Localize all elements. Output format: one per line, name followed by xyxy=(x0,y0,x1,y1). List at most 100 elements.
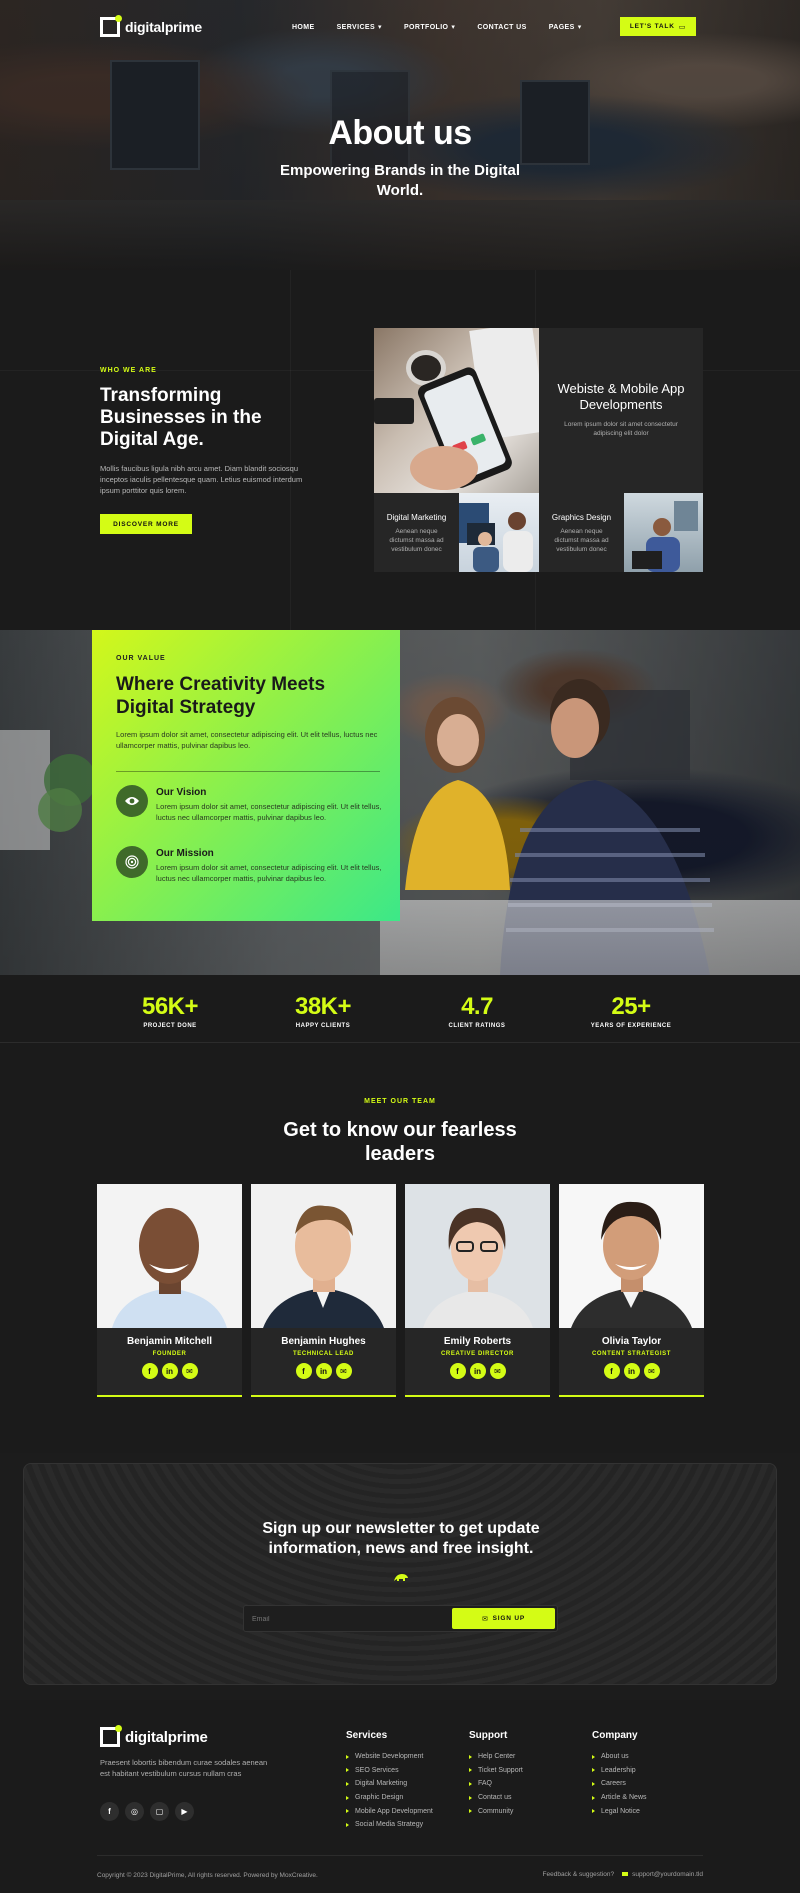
footer-link[interactable]: Legal Notice xyxy=(592,1804,647,1818)
stat-item: 4.7 CLIENT RATINGS xyxy=(417,993,537,1029)
footer-support-column: Support Help Center Ticket Support FAQ C… xyxy=(469,1730,523,1818)
footer-link[interactable]: Careers xyxy=(592,1777,647,1791)
service-card-text: Aenean neque dictumst massa ad vestibulu… xyxy=(389,528,444,553)
stat-label: HAPPY CLIENTS xyxy=(295,1023,351,1029)
main-menu: HOME SERVICES ▾ PORTFOLIO ▾ CONTACT US PAG… xyxy=(292,23,582,32)
team-card: Olivia Taylor CONTENT STRATEGIST f in ✉ xyxy=(559,1184,704,1397)
sign-up-label: SIGN UP xyxy=(492,1615,525,1622)
footer-link[interactable]: About us xyxy=(592,1750,647,1764)
chevron-down-icon: ▾ xyxy=(577,24,582,31)
office-plant-illustration xyxy=(0,730,92,850)
linkedin-icon[interactable]: in xyxy=(161,1363,178,1379)
stat-label: PROJECT DONE xyxy=(143,1023,197,1029)
member-socials: f in ✉ xyxy=(97,1363,242,1379)
support-email-link[interactable]: support@yourdomain.tld xyxy=(622,1871,703,1878)
service-card-graphics-design[interactable]: Graphics Design Aenean neque dictumst ma… xyxy=(539,493,624,572)
who-we-are-section: WHO WE ARE Transforming Businesses in th… xyxy=(0,270,800,630)
service-card-digital-marketing[interactable]: Digital Marketing Aenean neque dictumst … xyxy=(374,493,459,572)
stat-item: 38K+ HAPPY CLIENTS xyxy=(263,993,383,1029)
top-nav: digitalprime HOME SERVICES ▾ PORTFOLIO ▾ C… xyxy=(100,15,696,38)
discover-more-button[interactable]: DISCOVER MORE xyxy=(100,514,192,534)
footer-link[interactable]: Article & News xyxy=(592,1791,647,1805)
footer-link[interactable]: Graphic Design xyxy=(346,1791,433,1805)
stat-value: 56K+ xyxy=(141,993,199,1020)
page-title: About us xyxy=(328,114,472,152)
facebook-icon[interactable]: f xyxy=(100,1802,119,1821)
section-title: Where Creativity Meets Digital Strategy xyxy=(116,674,326,718)
linkedin-icon[interactable]: in xyxy=(623,1363,640,1379)
instagram-icon[interactable]: ▢ xyxy=(150,1802,169,1821)
member-name: Benjamin Hughes xyxy=(281,1336,366,1347)
service-card-title: Graphics Design xyxy=(551,513,612,522)
footer-link[interactable]: Help Center xyxy=(469,1750,523,1764)
email-field[interactable] xyxy=(252,1612,432,1626)
chevron-down-icon: ▾ xyxy=(451,24,456,31)
nav-item-services[interactable]: SERVICES ▾ xyxy=(337,23,382,32)
footer-link[interactable]: FAQ xyxy=(469,1777,523,1791)
vision-item: Our Vision Lorem ipsum dolor sit amet, c… xyxy=(116,785,386,823)
linkedin-icon[interactable]: in xyxy=(469,1363,486,1379)
footer-link[interactable]: Social Media Strategy xyxy=(346,1818,433,1832)
eye-icon xyxy=(116,785,148,817)
mail-icon[interactable]: ✉ xyxy=(489,1363,506,1379)
service-card-web-mobile[interactable]: Webiste & Mobile App Developments Lorem … xyxy=(539,328,703,493)
nav-item-pages[interactable]: PAGES ▾ xyxy=(548,23,582,32)
facebook-icon[interactable]: f xyxy=(603,1363,620,1379)
brand-logo[interactable]: digitalprime xyxy=(100,15,202,37)
mail-icon: ✉ xyxy=(482,1615,489,1623)
footer-logo[interactable]: digitalprime xyxy=(100,1725,208,1747)
stat-item: 25+ YEARS OF EXPERIENCE xyxy=(571,993,691,1029)
stat-value: 4.7 xyxy=(461,993,493,1020)
nav-item-portfolio[interactable]: PORTFOLIO ▾ xyxy=(404,23,456,32)
sign-up-button[interactable]: ✉ SIGN UP xyxy=(452,1608,555,1629)
footer-company-column: Company About us Leadership Careers Arti… xyxy=(592,1730,647,1818)
page-subtitle: Empowering Brands in the Digital World. xyxy=(279,162,521,199)
member-role: FOUNDER xyxy=(152,1351,187,1357)
newsletter-form: ✉ SIGN UP xyxy=(243,1605,558,1632)
footer-contact: Feedback & suggestion? support@yourdomai… xyxy=(543,1871,703,1878)
logo-mark-icon xyxy=(100,15,122,37)
nav-item-home[interactable]: HOME xyxy=(292,23,315,31)
logo-mark-icon xyxy=(100,1725,122,1747)
linkedin-icon[interactable]: in xyxy=(315,1363,332,1379)
section-title: Get to know our fearless leaders xyxy=(283,1119,517,1165)
member-name: Olivia Taylor xyxy=(601,1336,662,1347)
mail-icon[interactable]: ✉ xyxy=(181,1363,198,1379)
footer-divider xyxy=(97,1855,703,1856)
service-card-text: Aenean neque dictumst massa ad vestibulu… xyxy=(554,528,609,553)
service-card-text: Lorem ipsum dolor sit amet consectetur a… xyxy=(564,421,678,437)
footer-link[interactable]: Website Development xyxy=(346,1750,433,1764)
phone-illustration xyxy=(374,328,539,490)
footer-link[interactable]: Mobile App Development xyxy=(346,1804,433,1818)
footer-column-title: Company xyxy=(592,1730,638,1741)
footer-link[interactable]: SEO Services xyxy=(346,1764,433,1778)
dribbble-icon[interactable]: ◎ xyxy=(125,1802,144,1821)
mission-text: Lorem ipsum dolor sit amet, consectetur … xyxy=(156,863,382,883)
footer-link[interactable]: Contact us xyxy=(469,1791,523,1805)
mail-icon[interactable]: ✉ xyxy=(335,1363,352,1379)
lets-talk-button[interactable]: LET'S TALK ▭ xyxy=(620,17,696,36)
footer-link[interactable]: Community xyxy=(469,1804,523,1818)
chevron-down-icon: ▾ xyxy=(378,24,382,31)
desk-surface xyxy=(380,900,800,975)
facebook-icon[interactable]: f xyxy=(295,1363,312,1379)
avatar xyxy=(97,1184,242,1328)
mail-icon[interactable]: ✉ xyxy=(643,1363,660,1379)
facebook-icon[interactable]: f xyxy=(141,1363,158,1379)
nav-item-contact[interactable]: CONTACT US xyxy=(477,23,526,31)
youtube-icon[interactable]: ▶ xyxy=(175,1802,194,1821)
nav-item-label: PAGES xyxy=(548,23,575,31)
stats-bar: 56K+ PROJECT DONE 38K+ HAPPY CLIENTS 4.7… xyxy=(0,975,800,1043)
footer-link[interactable]: Leadership xyxy=(592,1764,647,1778)
stat-value: 25+ xyxy=(611,993,651,1020)
member-name: Benjamin Mitchell xyxy=(126,1336,212,1347)
footer-socials: f ◎ ▢ ▶ xyxy=(100,1802,194,1821)
stat-item: 56K+ PROJECT DONE xyxy=(110,993,230,1029)
footer-services-column: Services Website Development SEO Service… xyxy=(346,1730,433,1832)
footer-link[interactable]: Ticket Support xyxy=(469,1764,523,1778)
team-card: Benjamin Mitchell FOUNDER f in ✉ xyxy=(97,1184,242,1397)
footer-about: Praesent lobortis bibendum curae sodales… xyxy=(100,1758,268,1778)
footer-link[interactable]: Digital Marketing xyxy=(346,1777,433,1791)
member-role: CREATIVE DIRECTOR xyxy=(441,1351,514,1357)
facebook-icon[interactable]: f xyxy=(449,1363,466,1379)
